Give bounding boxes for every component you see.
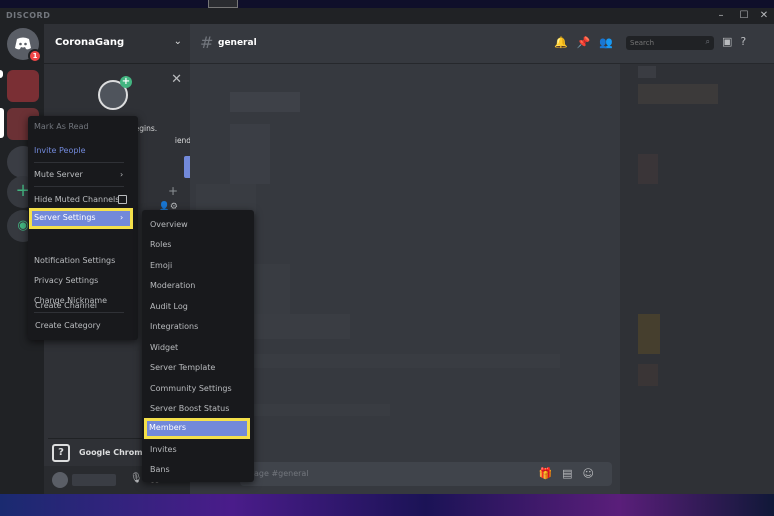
server-icon-1[interactable]	[7, 70, 39, 102]
gift-gif-emoji-icons[interactable]: 🎁▤☺	[538, 467, 604, 480]
title-bar: DISCORD – ☐ ✕	[0, 8, 774, 24]
unread-indicator	[0, 70, 3, 78]
question-icon: ?	[52, 443, 70, 462]
blurred-message	[250, 404, 390, 416]
channel-header: # general 🔔📌👥 ⌕ ▣?	[190, 24, 774, 64]
menu-mute-server[interactable]: Mute Server ›	[34, 170, 123, 179]
plus-icon: +	[120, 76, 132, 88]
channel-name: general	[218, 38, 257, 48]
minimize-button[interactable]: –	[714, 10, 728, 22]
search-icon: ⌕	[705, 37, 710, 46]
menu-mute-server-label: Mute Server	[34, 170, 83, 179]
chat-area: # general 🔔📌👥 ⌕ ▣? age #general 🎁▤☺	[190, 24, 774, 494]
menu-hide-muted-channels[interactable]: Hide Muted Channels	[34, 195, 127, 204]
create-channel-plus-icon[interactable]: +	[168, 184, 178, 198]
submenu-audit-log[interactable]: Audit Log	[150, 302, 188, 311]
server-name: CoronaGang	[55, 37, 125, 48]
chevron-down-icon[interactable]: ⌄	[174, 36, 182, 47]
close-icon[interactable]: ✕	[171, 72, 182, 87]
screen: DISCORD – ☐ ✕ 1 + ◉ CoronaGang ⌄ ✕ + beg…	[0, 0, 774, 516]
menu-mark-as-read[interactable]: Mark As Read	[34, 122, 89, 131]
menu-create-channel[interactable]: Create Channel	[35, 301, 97, 310]
submenu-server-boost-status[interactable]: Server Boost Status	[150, 404, 229, 413]
submenu-members-label: Members	[149, 423, 187, 432]
blurred-message	[230, 124, 270, 184]
inbox-help-icons[interactable]: ▣?	[722, 35, 754, 48]
submenu-server-template[interactable]: Server Template	[150, 363, 215, 372]
submenu-members[interactable]: Members	[144, 418, 250, 439]
selected-server-indicator	[0, 108, 4, 138]
submenu-invites[interactable]: Invites	[150, 445, 177, 454]
close-button[interactable]: ✕	[757, 10, 771, 22]
chevron-right-icon: ›	[120, 213, 124, 222]
app-brand: DISCORD	[6, 11, 51, 20]
blurred-member	[638, 314, 660, 354]
menu-notification-settings[interactable]: Notification Settings	[34, 256, 115, 265]
blurred-message	[250, 314, 350, 339]
blurred-member	[638, 154, 658, 184]
menu-hide-muted-label: Hide Muted Channels	[34, 195, 120, 204]
submenu-bans[interactable]: Bans	[150, 465, 170, 474]
submenu-widget[interactable]: Widget	[150, 343, 178, 352]
notification-badge: 1	[28, 49, 42, 63]
search-box[interactable]: ⌕	[626, 36, 714, 50]
server-header[interactable]: CoronaGang ⌄	[44, 24, 190, 64]
submenu-emoji[interactable]: Emoji	[150, 261, 172, 270]
username-blurred	[72, 474, 116, 486]
search-input[interactable]	[630, 37, 694, 49]
menu-server-settings-label: Server Settings	[34, 213, 96, 222]
blurred-message	[250, 354, 560, 368]
hashtag-icon: #	[200, 33, 214, 52]
submenu-moderation[interactable]: Moderation	[150, 281, 195, 290]
maximize-button[interactable]: ☐	[737, 10, 751, 22]
submenu-roles[interactable]: Roles	[150, 240, 171, 249]
submenu-integrations[interactable]: Integrations	[150, 322, 198, 331]
window-top-tab	[208, 0, 238, 8]
submenu-overview[interactable]: Overview	[150, 220, 188, 229]
compass-icon: ◉	[17, 218, 29, 233]
message-input[interactable]: age #general 🎁▤☺	[240, 462, 612, 486]
submenu-community-settings[interactable]: Community Settings	[150, 384, 232, 393]
google-chrome-label: Google Chrome	[79, 448, 149, 457]
blurred-member	[638, 84, 718, 104]
member-list	[620, 64, 774, 494]
blurred-member	[638, 66, 656, 78]
header-action-icons[interactable]: 🔔📌👥	[554, 36, 622, 49]
chevron-right-icon: ›	[120, 170, 124, 179]
menu-create-category[interactable]: Create Category	[35, 321, 101, 330]
menu-divider	[34, 186, 124, 187]
home-button[interactable]: 1	[7, 28, 42, 63]
discord-logo-icon	[15, 37, 31, 50]
menu-privacy-settings[interactable]: Privacy Settings	[34, 276, 98, 285]
blurred-message	[250, 264, 290, 314]
desktop-taskbar-strip	[0, 494, 774, 516]
menu-server-settings[interactable]: Server Settings ›	[29, 208, 133, 229]
message-placeholder: age #general	[254, 469, 309, 478]
server-settings-submenu: Overview Roles Emoji Moderation Audit Lo…	[142, 210, 254, 482]
menu-invite-people[interactable]: Invite People	[34, 146, 86, 155]
menu-divider	[34, 312, 124, 313]
menu-divider	[34, 162, 124, 163]
checkbox-icon[interactable]	[118, 195, 127, 204]
avatar[interactable]	[52, 472, 68, 488]
blurred-message	[230, 92, 300, 112]
blurred-member	[638, 364, 658, 386]
